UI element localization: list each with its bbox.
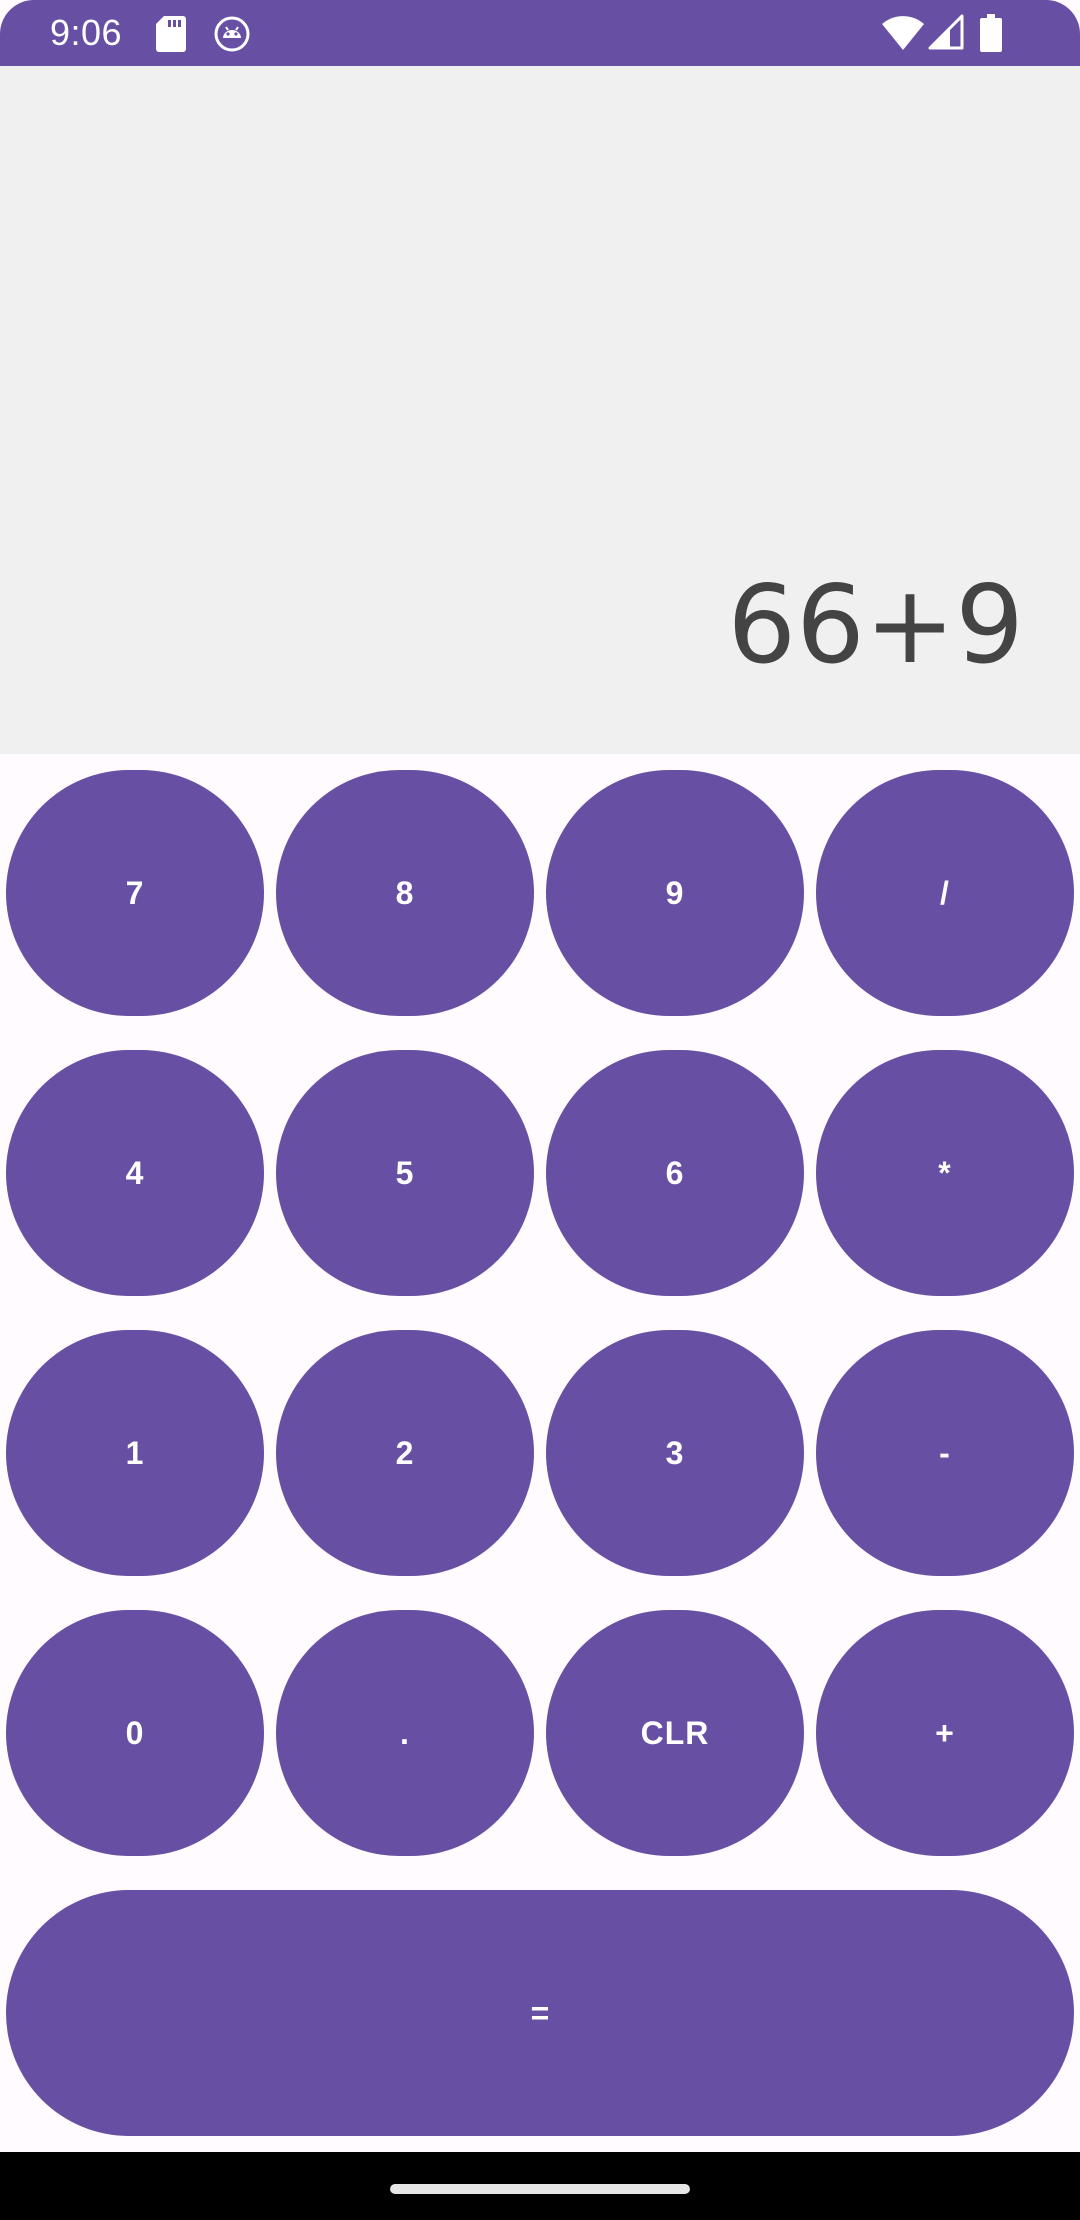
cell-signal-icon bbox=[928, 14, 964, 50]
android-debug-icon bbox=[214, 16, 250, 52]
expression-display: 66+9 bbox=[0, 66, 1080, 754]
key-1-button[interactable]: 1 bbox=[6, 1330, 264, 1576]
subtract-button[interactable]: - bbox=[816, 1330, 1074, 1576]
status-time: 9:06 bbox=[50, 12, 123, 53]
status-bar: 9:06 bbox=[0, 0, 1080, 66]
key-3-button[interactable]: 3 bbox=[546, 1330, 804, 1576]
decimal-point-button[interactable]: . bbox=[276, 1610, 534, 1856]
key-2-button[interactable]: 2 bbox=[276, 1330, 534, 1576]
wifi-icon bbox=[882, 16, 924, 50]
clear-button[interactable]: CLR bbox=[546, 1610, 804, 1856]
home-gesture-handle[interactable] bbox=[390, 2184, 690, 2194]
key-6-button[interactable]: 6 bbox=[546, 1050, 804, 1296]
expression-text: 66+9 bbox=[727, 563, 1024, 688]
divide-button[interactable]: / bbox=[816, 770, 1074, 1016]
battery-icon bbox=[980, 14, 1002, 52]
key-5-button[interactable]: 5 bbox=[276, 1050, 534, 1296]
keypad: 7 8 9/ 4 5 6 * 1 2 3- 0. CLR + = bbox=[0, 754, 1080, 2152]
key-9-button[interactable]: 9 bbox=[546, 770, 804, 1016]
navigation-bar bbox=[0, 2152, 1080, 2220]
key-7-button[interactable]: 7 bbox=[6, 770, 264, 1016]
add-button[interactable]: + bbox=[816, 1610, 1074, 1856]
equals-button[interactable]: = bbox=[6, 1890, 1074, 2136]
multiply-button[interactable]: * bbox=[816, 1050, 1074, 1296]
key-0-button[interactable]: 0 bbox=[6, 1610, 264, 1856]
sd-card-icon bbox=[156, 16, 186, 52]
key-8-button[interactable]: 8 bbox=[276, 770, 534, 1016]
key-4-button[interactable]: 4 bbox=[6, 1050, 264, 1296]
